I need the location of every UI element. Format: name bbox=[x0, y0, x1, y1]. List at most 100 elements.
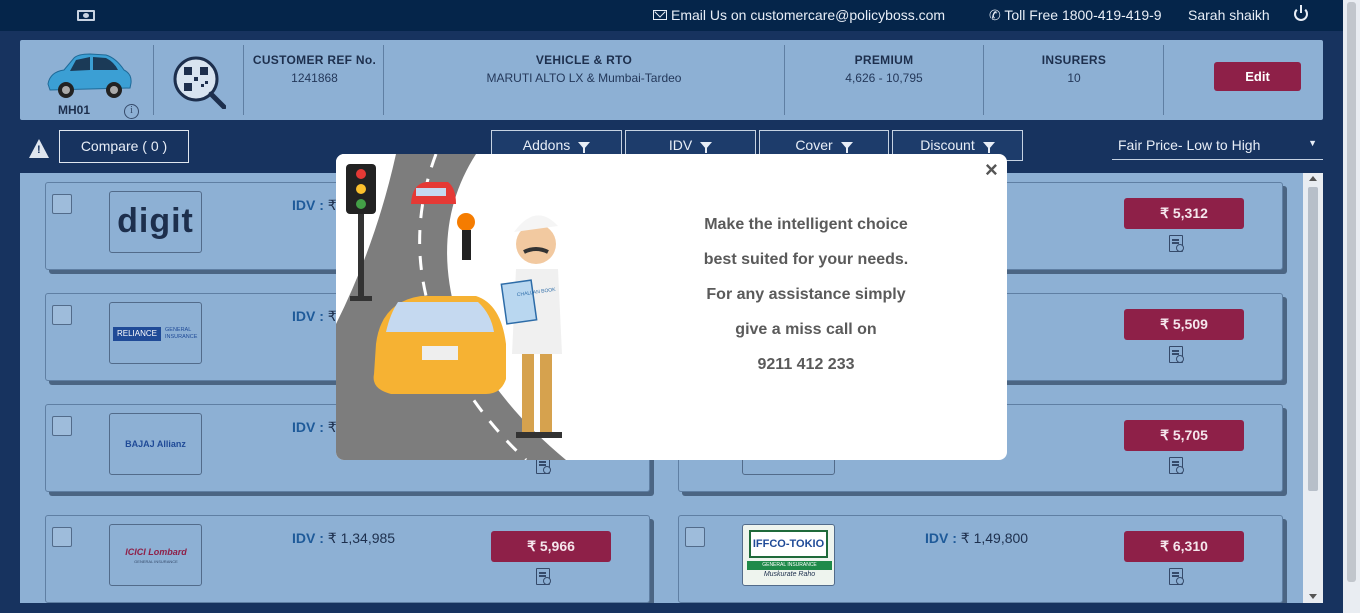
compare-checkbox[interactable] bbox=[52, 194, 72, 214]
idv-amount: ₹ 1,49,800 bbox=[960, 530, 1029, 546]
compare-checkbox[interactable] bbox=[52, 527, 72, 547]
quote-card: IFFCO-TOKIO GENERAL INSURANCE Muskurate … bbox=[678, 515, 1283, 603]
scroll-thumb[interactable] bbox=[1308, 187, 1318, 491]
idv-label: IDV : bbox=[292, 308, 324, 324]
customer-ref-label: CUSTOMER REF No. bbox=[252, 53, 377, 67]
compare-checkbox[interactable] bbox=[52, 305, 72, 325]
discount-label: Discount bbox=[920, 137, 975, 153]
compare-checkbox[interactable] bbox=[52, 416, 72, 436]
divider bbox=[784, 45, 785, 115]
vehicle-plate: MH01 bbox=[58, 103, 91, 117]
qr-search-icon[interactable] bbox=[172, 55, 226, 109]
edit-button[interactable]: Edit bbox=[1214, 62, 1301, 91]
insurer-subtitle: GENERAL INSURANCE bbox=[134, 559, 178, 564]
idv-label: IDV bbox=[668, 137, 693, 153]
message-line: give a miss call on bbox=[735, 321, 877, 338]
divider bbox=[1163, 45, 1164, 115]
idv-label: IDV : bbox=[292, 530, 324, 546]
toll-free-text: Toll Free 1800-419-419-9 bbox=[1004, 7, 1162, 23]
insurers: INSURERS 10 bbox=[1020, 53, 1128, 85]
insurer-subtitle: GENERAL INSURANCE bbox=[747, 561, 832, 570]
scroll-down-icon[interactable] bbox=[1309, 594, 1317, 599]
buy-price-button[interactable]: ₹ 5,312 bbox=[1124, 198, 1244, 229]
insurer-logo: ICICI Lombard GENERAL INSURANCE bbox=[109, 524, 202, 586]
page-scroll-thumb[interactable] bbox=[1347, 2, 1356, 582]
sort-select[interactable]: Fair Price- Low to High ▼ bbox=[1112, 131, 1323, 160]
filter-icon bbox=[700, 142, 713, 153]
idv-label: IDV : bbox=[292, 419, 324, 435]
insurer-name: IFFCO-TOKIO bbox=[749, 530, 828, 558]
insurer-logo: IFFCO-TOKIO GENERAL INSURANCE Muskurate … bbox=[742, 524, 835, 586]
filter-icon bbox=[578, 142, 591, 153]
addons-label: Addons bbox=[522, 137, 571, 153]
buy-price-button[interactable]: ₹ 6,310 bbox=[1124, 531, 1244, 562]
idv-value: IDV : ₹ bbox=[292, 308, 337, 325]
envelope-icon bbox=[653, 10, 667, 20]
buy-price-button[interactable]: ₹ 5,705 bbox=[1124, 420, 1244, 451]
assistance-message: Make the intelligent choice best suited … bbox=[676, 216, 936, 391]
insurers-label: INSURERS bbox=[1041, 53, 1107, 67]
insurer-name: RELIANCE bbox=[113, 327, 161, 341]
chevron-down-icon: ▼ bbox=[1308, 138, 1317, 148]
divider bbox=[153, 45, 154, 115]
vehicle-label: VEHICLE & RTO bbox=[535, 53, 633, 67]
idv-label: IDV : bbox=[292, 197, 324, 213]
quote-summary: MH01 i CUSTOMER REF No. 1241868 VEHICLE … bbox=[20, 40, 1323, 120]
customer-ref: CUSTOMER REF No. 1241868 bbox=[252, 53, 377, 85]
toll-free: ✆ Toll Free 1800-419-419-9 bbox=[989, 7, 1162, 24]
compare-button[interactable]: Compare ( 0 ) bbox=[59, 130, 189, 163]
page-scrollbar[interactable] bbox=[1343, 0, 1360, 613]
warning-icon[interactable]: ! bbox=[29, 139, 49, 158]
insurer-subtitle: GENERAL INSURANCE bbox=[165, 327, 198, 340]
message-line: best suited for your needs. bbox=[703, 251, 909, 268]
idv-amount: ₹ 1,34,985 bbox=[327, 530, 396, 546]
email-text: Email Us on customercare@policyboss.com bbox=[671, 7, 946, 23]
policy-document-icon[interactable] bbox=[1169, 346, 1184, 363]
info-icon[interactable]: i bbox=[124, 104, 139, 119]
insurers-value: 10 bbox=[1067, 71, 1081, 85]
premium: PREMIUM 4,626 - 10,795 bbox=[810, 53, 958, 85]
vehicle-rto: VEHICLE & RTO MARUTI ALTO LX & Mumbai-Ta… bbox=[420, 53, 748, 85]
email-link[interactable]: Email Us on customercare@policyboss.com bbox=[653, 7, 945, 23]
missed-call-number[interactable]: 9211 412 233 bbox=[676, 356, 936, 391]
cover-label: Cover bbox=[795, 137, 833, 153]
policy-document-icon[interactable] bbox=[1169, 568, 1184, 585]
close-icon[interactable]: × bbox=[985, 159, 998, 181]
insurer-name: digit bbox=[117, 202, 194, 240]
policy-document-icon[interactable] bbox=[536, 568, 551, 585]
buy-price-button[interactable]: ₹ 5,509 bbox=[1124, 309, 1244, 340]
car-icon bbox=[47, 53, 132, 98]
sort-value: Fair Price- Low to High bbox=[1118, 137, 1261, 153]
money-icon[interactable] bbox=[77, 10, 95, 21]
traffic-police-illustration: CHALLAN BOOK bbox=[336, 154, 576, 460]
idv-value: IDV : ₹ bbox=[292, 419, 337, 436]
buy-price-button[interactable]: ₹ 5,966 bbox=[491, 531, 611, 562]
customer-ref-value: 1241868 bbox=[291, 71, 338, 85]
phone-icon: ✆ bbox=[989, 7, 1001, 23]
list-scrollbar[interactable] bbox=[1303, 173, 1323, 603]
filter-icon bbox=[982, 142, 995, 153]
message-line: Make the intelligent choice bbox=[704, 216, 908, 233]
message-line: For any assistance simply bbox=[706, 286, 906, 303]
scroll-up-icon[interactable] bbox=[1309, 176, 1317, 181]
quote-card: ICICI Lombard GENERAL INSURANCE IDV : ₹ … bbox=[45, 515, 650, 603]
idv-value: IDV : ₹ 1,34,985 bbox=[292, 530, 395, 547]
insurer-name: ICICI Lombard bbox=[125, 547, 187, 557]
power-icon[interactable] bbox=[1294, 5, 1308, 21]
insurer-tagline: Muskurate Raho bbox=[763, 571, 816, 578]
assistance-modal: CHALLAN BOOK × Make the intelligent choi… bbox=[336, 154, 1007, 460]
user-name[interactable]: Sarah shaikh bbox=[1188, 7, 1270, 23]
insurer-logo: digit bbox=[109, 191, 202, 253]
divider bbox=[243, 45, 244, 115]
policy-document-icon[interactable] bbox=[1169, 457, 1184, 474]
policy-document-icon[interactable] bbox=[1169, 235, 1184, 252]
vehicle-value: MARUTI ALTO LX & Mumbai-Tardeo bbox=[486, 71, 682, 85]
divider bbox=[383, 45, 384, 115]
idv-value: IDV : ₹ bbox=[292, 197, 337, 214]
premium-value: 4,626 - 10,795 bbox=[845, 71, 923, 85]
insurer-logo: RELIANCE GENERAL INSURANCE bbox=[109, 302, 202, 364]
idv-label: IDV : bbox=[925, 530, 957, 546]
compare-checkbox[interactable] bbox=[685, 527, 705, 547]
warning-mark: ! bbox=[37, 144, 41, 156]
premium-label: PREMIUM bbox=[854, 53, 914, 67]
